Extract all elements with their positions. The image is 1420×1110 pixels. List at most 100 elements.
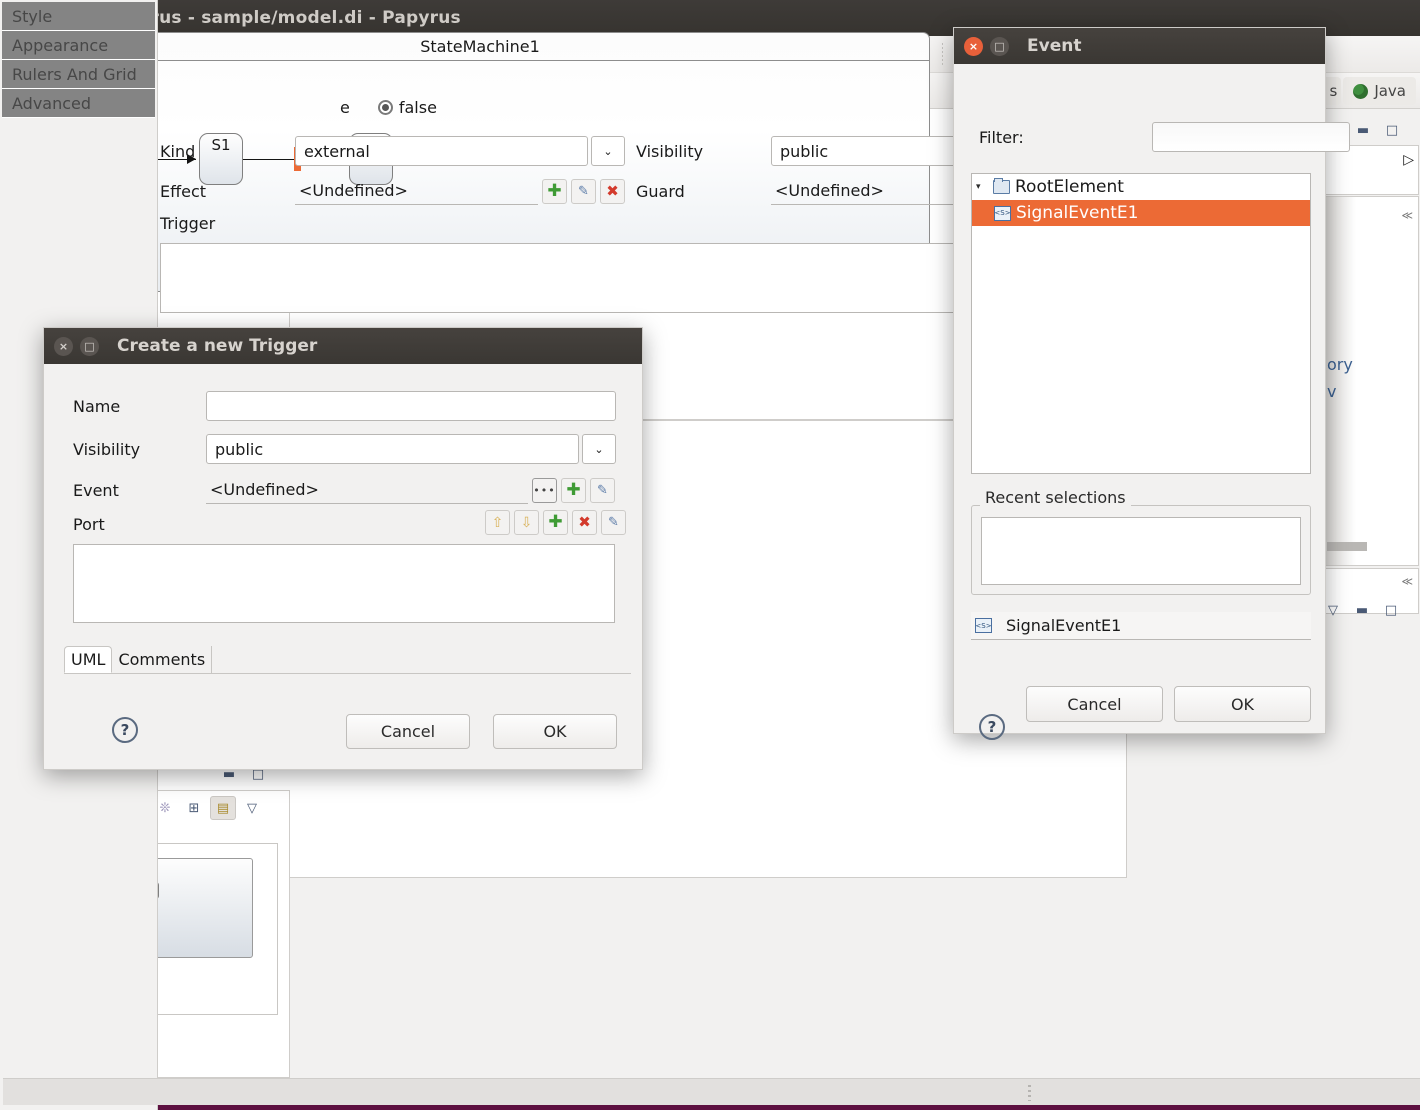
dialog-close-button[interactable]: × bbox=[964, 36, 983, 56]
signal-event-icon: <S> bbox=[975, 618, 992, 633]
recent-selections-label: Recent selections bbox=[980, 488, 1131, 507]
effect-edit-button[interactable]: ✎ bbox=[571, 178, 596, 204]
radio-icon bbox=[377, 100, 393, 115]
event-value: <Undefined> bbox=[210, 480, 319, 499]
visibility-combo-arrow[interactable]: ⌄ bbox=[582, 434, 616, 464]
ok-button[interactable]: OK bbox=[1174, 686, 1311, 722]
restore-icon: □ bbox=[84, 339, 95, 353]
event-browse-button[interactable]: ••• bbox=[532, 477, 557, 503]
tab-label: Rulers And Grid bbox=[12, 64, 137, 84]
dialog-titlebar: × □ Event bbox=[954, 28, 1325, 64]
name-input[interactable] bbox=[206, 391, 616, 421]
plus-icon: ✚ bbox=[547, 180, 562, 201]
dialog-titlebar: × □ Create a new Trigger bbox=[44, 328, 642, 364]
trigger-label: Trigger bbox=[160, 214, 216, 233]
event-field[interactable]: <Undefined> bbox=[206, 476, 528, 504]
guard-field[interactable]: <Undefined> bbox=[771, 177, 976, 205]
name-row: Name bbox=[73, 391, 616, 421]
kind-label: Kind bbox=[160, 141, 196, 161]
button-label: Cancel bbox=[1067, 694, 1122, 714]
dialog-tab-strip: UML Comments bbox=[64, 646, 631, 674]
filter-input[interactable] bbox=[1151, 122, 1350, 152]
trigger-label-wrap: Trigger bbox=[160, 214, 215, 233]
properties-tab-rulers-and-grid[interactable]: Rulers And Grid bbox=[2, 60, 155, 89]
help-button[interactable]: ? bbox=[979, 714, 1005, 740]
chevron-down-icon: ⌄ bbox=[603, 144, 613, 158]
radio-label: false bbox=[398, 98, 437, 117]
delete-x-icon: ✖ bbox=[578, 513, 591, 531]
dialog-window-controls: × □ bbox=[44, 336, 99, 356]
visibility-label: Visibility bbox=[636, 141, 704, 161]
effect-row: Effect <Undefined> ✚ ✎ ✖ bbox=[160, 177, 625, 205]
event-add-button[interactable]: ✚ bbox=[561, 477, 586, 503]
port-move-up-button[interactable]: ⇧ bbox=[485, 510, 510, 535]
button-label: OK bbox=[1230, 694, 1255, 714]
dialog-restore-button[interactable]: □ bbox=[80, 336, 99, 356]
port-add-button[interactable]: ✚ bbox=[543, 510, 568, 535]
visibility-value: public bbox=[780, 141, 829, 161]
event-tree[interactable]: ▾ RootElement <S> SignalEventE1 bbox=[971, 173, 1311, 474]
effect-delete-button[interactable]: ✖ bbox=[600, 178, 625, 204]
tab-comments[interactable]: Comments bbox=[112, 646, 213, 673]
status-bar-grip[interactable] bbox=[1028, 1085, 1031, 1101]
help-button[interactable]: ? bbox=[112, 717, 138, 743]
properties-tab-advanced[interactable]: Advanced bbox=[2, 89, 155, 118]
dialog-close-button[interactable]: × bbox=[54, 336, 73, 356]
cancel-button[interactable]: Cancel bbox=[346, 714, 470, 749]
tab-label: Comments bbox=[118, 650, 206, 669]
selected-event-label: SignalEventE1 bbox=[1006, 616, 1122, 635]
event-edit-button[interactable]: ✎ bbox=[590, 477, 615, 503]
recent-selections-list[interactable] bbox=[981, 517, 1301, 585]
tree-item-rootelement[interactable]: ▾ RootElement bbox=[972, 174, 1310, 200]
button-label: OK bbox=[543, 722, 567, 741]
help-icon: ? bbox=[987, 718, 997, 736]
close-icon: × bbox=[58, 339, 69, 353]
dialog-title: Event bbox=[1027, 36, 1082, 56]
effect-label: Effect bbox=[160, 181, 207, 201]
ok-button[interactable]: OK bbox=[493, 714, 617, 749]
port-delete-button[interactable]: ✖ bbox=[572, 510, 597, 535]
effect-field[interactable]: <Undefined> bbox=[295, 177, 538, 205]
visibility-combobox[interactable]: public bbox=[206, 434, 579, 464]
port-edit-button[interactable]: ✎ bbox=[601, 510, 626, 535]
visibility-row: Visibility public ⌄ bbox=[73, 434, 616, 464]
plus-icon: ✚ bbox=[566, 479, 581, 500]
ellipsis-icon: ••• bbox=[533, 483, 556, 497]
filter-label: Filter: bbox=[979, 127, 1024, 147]
tree-item-signaleventE1[interactable]: <S> SignalEventE1 bbox=[972, 200, 1310, 226]
dialog-window-controls: × □ bbox=[954, 36, 1009, 56]
tab-uml[interactable]: UML bbox=[64, 646, 113, 673]
package-icon bbox=[993, 178, 1010, 194]
expand-twisty-icon[interactable]: ▾ bbox=[976, 182, 988, 192]
port-label-wrap: Port bbox=[73, 515, 105, 534]
signal-event-icon: <S> bbox=[994, 205, 1011, 221]
status-bar bbox=[3, 1078, 1420, 1105]
cancel-button[interactable]: Cancel bbox=[1026, 686, 1163, 722]
tab-label: Appearance bbox=[12, 35, 109, 55]
port-list-box[interactable] bbox=[73, 544, 615, 623]
tab-label: UML bbox=[71, 650, 106, 669]
delete-x-icon: ✖ bbox=[606, 181, 619, 200]
restore-icon: □ bbox=[994, 39, 1005, 53]
dialog-restore-button[interactable]: □ bbox=[990, 36, 1009, 56]
plus-icon: ✚ bbox=[548, 512, 563, 532]
tree-item-label: RootElement bbox=[1015, 177, 1124, 197]
port-button-group: ⇧ ⇩ ✚ ✖ ✎ bbox=[481, 510, 626, 535]
kind-combobox[interactable]: external bbox=[295, 136, 588, 166]
isleaf-label: e bbox=[340, 98, 350, 117]
properties-tab-style[interactable]: Style bbox=[2, 2, 155, 31]
isleaf-false-radio[interactable]: false bbox=[377, 98, 437, 117]
kind-value: external bbox=[304, 141, 370, 161]
selected-event-field[interactable]: <S> SignalEventE1 bbox=[971, 612, 1311, 640]
guard-value: <Undefined> bbox=[775, 181, 884, 200]
isleaf-row: e false bbox=[340, 98, 437, 117]
chevron-down-icon: ⌄ bbox=[594, 442, 604, 456]
port-label: Port bbox=[73, 515, 105, 534]
kind-combo-arrow[interactable]: ⌄ bbox=[591, 136, 625, 166]
effect-add-button[interactable]: ✚ bbox=[542, 178, 567, 204]
port-move-down-button[interactable]: ⇩ bbox=[514, 510, 539, 535]
arrow-up-icon: ⇧ bbox=[491, 514, 504, 531]
close-icon: × bbox=[968, 39, 979, 53]
properties-tab-appearance[interactable]: Appearance bbox=[2, 31, 155, 60]
name-label: Name bbox=[73, 396, 121, 416]
